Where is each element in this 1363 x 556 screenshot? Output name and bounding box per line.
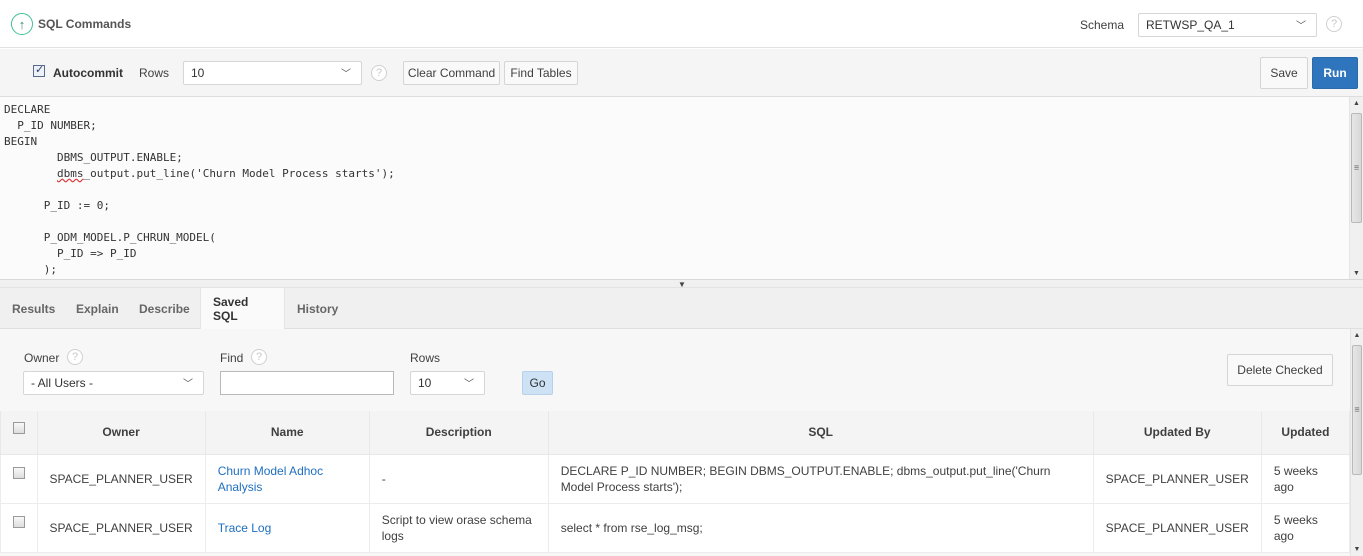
find-help-icon[interactable]: ? — [251, 349, 267, 365]
chevron-down-icon: ﹀ — [464, 378, 474, 390]
row-checkbox[interactable] — [12, 515, 25, 528]
code-line[interactable]: P_ID NUMBER; — [4, 118, 395, 134]
description-cell: Script to view orase schema logs — [368, 502, 549, 553]
find-label: Find — [220, 351, 244, 365]
code-line[interactable]: ); — [4, 262, 395, 278]
owner-select[interactable]: - All Users - ﹀ — [23, 371, 204, 395]
chevron-down-icon: ﹀ — [183, 378, 193, 390]
sql-cell: select * from rse_log_msg; — [547, 502, 1094, 553]
code-line[interactable]: DECLARE — [4, 102, 395, 118]
schema-select[interactable]: RETWSP_QA_1 ﹀ — [1138, 13, 1317, 37]
tab-results[interactable]: Results — [0, 288, 67, 329]
schema-label: Schema — [1080, 18, 1125, 32]
grip-icon: ≡ — [1353, 162, 1360, 173]
autocommit-label: Autocommit — [53, 66, 123, 80]
updated-by-cell: SPACE_PLANNER_USER — [1092, 502, 1262, 553]
go-button[interactable]: Go — [522, 371, 553, 395]
column-header-sql[interactable]: SQL — [547, 411, 1094, 455]
chevron-down-icon: ﹀ — [1296, 20, 1306, 32]
column-header-updated-by[interactable]: Updated By — [1092, 411, 1262, 455]
owner-select-value: - All Users - — [31, 376, 94, 390]
clear-command-button[interactable]: Clear Command — [403, 61, 500, 85]
updated-cell: 5 weeks ago — [1260, 453, 1350, 504]
command-toolbar: Autocommit Rows 10 ﹀ ? Clear Command Fin… — [0, 49, 1363, 97]
tab-saved-sql[interactable]: Saved SQL — [200, 288, 285, 330]
column-header-updated[interactable]: Updated — [1260, 411, 1350, 455]
table-row: SPACE_PLANNER_USER Trace Log Script to v… — [0, 502, 1350, 553]
code-line[interactable]: P_ID := 0; — [4, 198, 395, 214]
run-button[interactable]: Run — [1312, 57, 1358, 89]
saved-sql-name-link[interactable]: Churn Model Adhoc Analysis — [218, 464, 323, 494]
results-tabs: Results Explain Describe Saved SQL Histo… — [0, 288, 1363, 330]
rows-filter-label: Rows — [410, 351, 441, 365]
name-cell: Trace Log — [204, 502, 370, 553]
owner-cell: SPACE_PLANNER_USER — [36, 502, 206, 553]
name-cell: Churn Model Adhoc Analysis — [204, 453, 370, 504]
tab-explain[interactable]: Explain — [64, 288, 131, 329]
page-title: SQL Commands — [38, 17, 132, 31]
editor-scrollbar[interactable]: ▲ ≡ ▼ — [1349, 97, 1363, 279]
rows-filter-select[interactable]: 10 ﹀ — [410, 371, 485, 395]
rows-filter-value: 10 — [418, 376, 432, 390]
code-line[interactable]: P_ID => P_ID — [4, 246, 395, 262]
autocommit-checkbox[interactable] — [33, 63, 45, 77]
row-select-cell — [0, 502, 38, 553]
rows-select-value: 10 — [191, 66, 205, 80]
tab-history[interactable]: History — [285, 288, 350, 329]
schema-select-value: RETWSP_QA_1 — [1146, 18, 1235, 32]
code-line[interactable]: DBMS_OUTPUT.ENABLE; — [4, 150, 395, 166]
tab-describe[interactable]: Describe — [127, 288, 202, 329]
saved-sql-name-link[interactable]: Trace Log — [218, 521, 272, 535]
panel-scroll-thumb[interactable]: ≡ — [1352, 345, 1362, 475]
rows-help-icon[interactable]: ? — [371, 65, 387, 81]
table-header-row: Owner Name Description SQL Updated By Up… — [0, 411, 1350, 455]
scroll-down-icon[interactable]: ▼ — [1351, 546, 1363, 553]
owner-cell: SPACE_PLANNER_USER — [36, 453, 206, 504]
code-line[interactable]: P_ODM_MODEL.P_CHRUN_MODEL( — [4, 230, 395, 246]
upload-arrow-icon: ↑ — [11, 13, 33, 35]
save-button[interactable]: Save — [1260, 57, 1308, 89]
code-line[interactable] — [4, 214, 395, 230]
updated-cell: 5 weeks ago — [1260, 502, 1350, 553]
schema-help-icon[interactable]: ? — [1326, 16, 1342, 32]
rows-select[interactable]: 10 ﹀ — [183, 61, 362, 85]
owner-label: Owner — [24, 351, 60, 365]
column-header-name[interactable]: Name — [204, 411, 370, 455]
select-all-header — [0, 411, 38, 455]
panel-scrollbar[interactable]: ▲ ≡ ▼ — [1350, 329, 1363, 556]
scroll-up-icon[interactable]: ▲ — [1350, 100, 1363, 107]
table-row: SPACE_PLANNER_USER Churn Model Adhoc Ana… — [0, 453, 1350, 504]
editor-resize-splitter[interactable]: ▼ — [0, 280, 1363, 289]
sql-cell: DECLARE P_ID NUMBER; BEGIN DBMS_OUTPUT.E… — [547, 453, 1094, 504]
chevron-down-icon: ﹀ — [341, 68, 351, 80]
sql-editor[interactable]: DECLARE P_ID NUMBER; BEGIN DBMS_OUTPUT.EN… — [0, 97, 1363, 280]
rows-label: Rows — [139, 66, 170, 80]
find-input[interactable] — [220, 371, 394, 395]
find-tables-button[interactable]: Find Tables — [504, 61, 578, 85]
sql-code[interactable]: DECLARE P_ID NUMBER; BEGIN DBMS_OUTPUT.EN… — [4, 102, 395, 278]
saved-sql-table: Owner Name Description SQL Updated By Up… — [0, 411, 1350, 553]
code-line[interactable]: dbms_output.put_line('Churn Model Proces… — [4, 166, 395, 182]
description-cell: - — [368, 453, 549, 504]
code-line[interactable]: BEGIN — [4, 134, 395, 150]
delete-checked-button[interactable]: Delete Checked — [1227, 354, 1333, 386]
column-header-description[interactable]: Description — [368, 411, 549, 455]
saved-sql-panel: Owner ? - All Users - ﹀ Find ? Rows 10 ﹀… — [0, 329, 1350, 556]
code-line[interactable] — [4, 182, 395, 198]
updated-by-cell: SPACE_PLANNER_USER — [1092, 453, 1262, 504]
editor-scroll-thumb[interactable]: ≡ — [1351, 113, 1362, 223]
column-header-owner[interactable]: Owner — [36, 411, 206, 455]
owner-help-icon[interactable]: ? — [67, 349, 83, 365]
select-all-checkbox[interactable] — [12, 422, 25, 434]
row-select-cell — [0, 453, 38, 504]
grip-icon: ≡ — [1354, 404, 1360, 415]
scroll-down-icon[interactable]: ▼ — [1350, 270, 1363, 277]
page-header: ↑ SQL Commands Schema RETWSP_QA_1 ﹀ ? — [0, 0, 1363, 48]
row-checkbox[interactable] — [12, 466, 25, 479]
scroll-up-icon[interactable]: ▲ — [1351, 332, 1363, 339]
